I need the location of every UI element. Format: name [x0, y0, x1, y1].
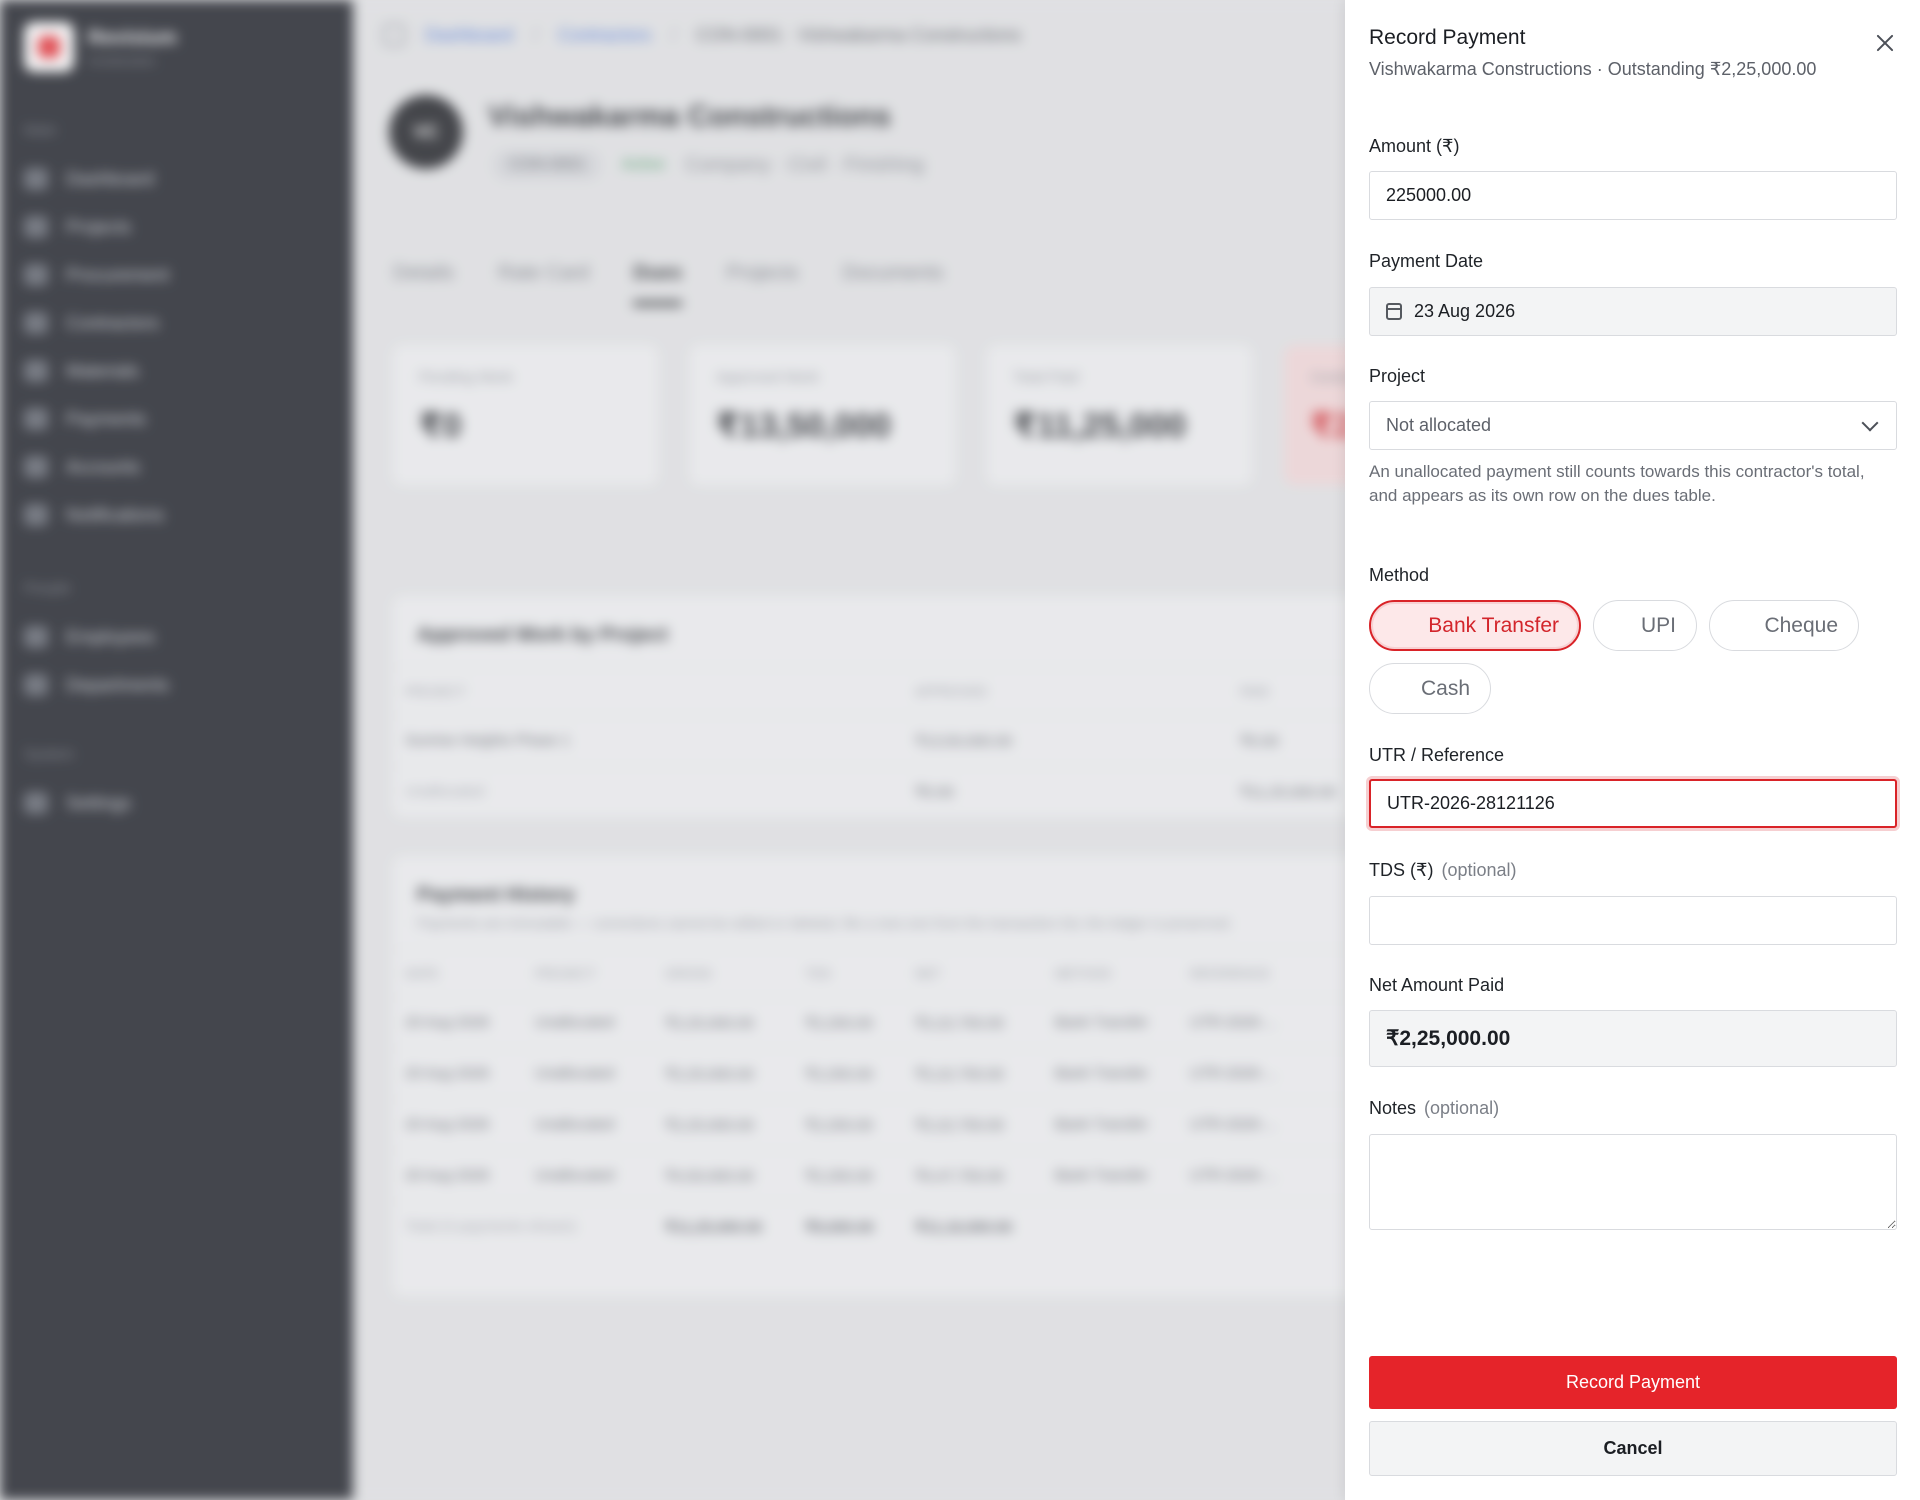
- net-amount-label: Net Amount Paid: [1369, 975, 1505, 995]
- utr-label: UTR / Reference: [1369, 745, 1505, 765]
- close-icon[interactable]: [1872, 30, 1898, 56]
- project-select-value: Not allocated: [1386, 415, 1492, 435]
- notes-label: Notes (optional): [1369, 1098, 1500, 1118]
- project-label: Project: [1369, 366, 1426, 386]
- method-cash[interactable]: Cash: [1369, 663, 1491, 714]
- net-amount-value: ₹2,25,000.00: [1386, 1027, 1511, 1050]
- tds-input[interactable]: [1369, 896, 1897, 945]
- drawer-title: Record Payment: [1369, 26, 1526, 49]
- method-cheque[interactable]: Cheque: [1709, 600, 1859, 651]
- method-label: Method: [1369, 565, 1430, 585]
- project-help-text: An unallocated payment still counts towa…: [1369, 462, 1865, 505]
- method-bank-transfer[interactable]: Bank Transfer: [1369, 600, 1581, 651]
- method-upi[interactable]: UPI: [1593, 600, 1697, 651]
- amount-input[interactable]: [1369, 171, 1897, 220]
- calendar-icon: [1386, 303, 1402, 320]
- net-amount-field: ₹2,25,000.00: [1369, 1010, 1897, 1067]
- tds-label: TDS (₹) (optional): [1369, 860, 1517, 880]
- utr-input[interactable]: [1369, 779, 1897, 828]
- record-payment-drawer: Record Payment Vishwakarma Constructions…: [1345, 0, 1920, 1500]
- payment-date-value: 23 Aug 2026: [1414, 301, 1516, 321]
- payment-date-field[interactable]: 23 Aug 2026: [1369, 287, 1897, 336]
- chevron-down-icon: [1861, 414, 1879, 432]
- cancel-button[interactable]: Cancel: [1369, 1421, 1897, 1476]
- notes-textarea[interactable]: [1369, 1134, 1897, 1230]
- project-select[interactable]: Not allocated: [1369, 401, 1897, 450]
- payment-date-label: Payment Date: [1369, 251, 1484, 271]
- drawer-subtitle: Vishwakarma Constructions · Outstanding …: [1369, 59, 1817, 79]
- modal-overlay[interactable]: [0, 0, 1345, 1500]
- record-payment-button[interactable]: Record Payment: [1369, 1356, 1897, 1409]
- amount-label: Amount (₹): [1369, 136, 1460, 156]
